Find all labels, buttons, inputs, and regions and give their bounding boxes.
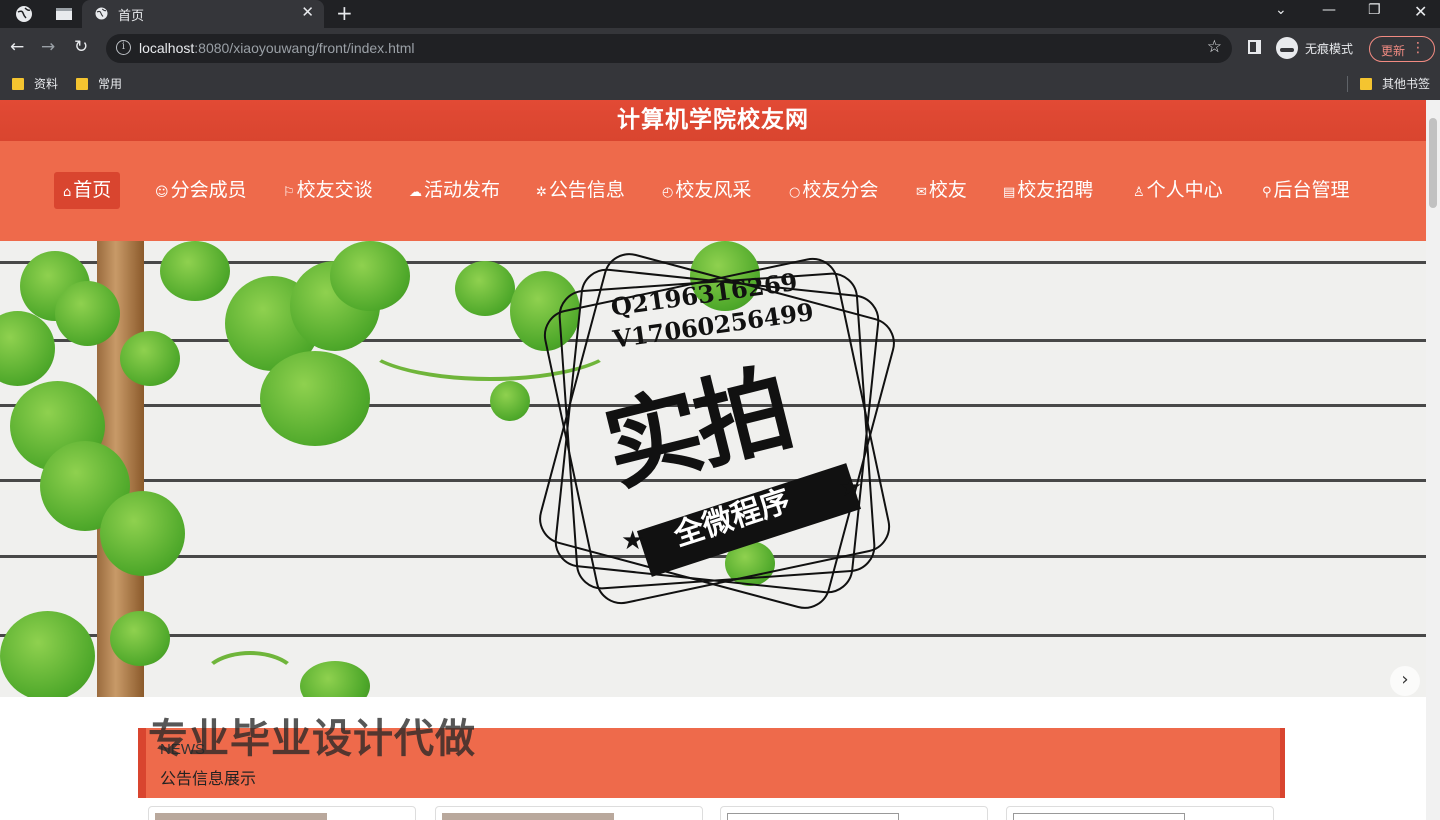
clover-leaf: [110, 611, 170, 666]
cloud-icon: ☁: [409, 185, 422, 200]
tab-search-icon[interactable]: [54, 4, 74, 24]
bookmark-star-icon[interactable]: ☆: [1207, 37, 1222, 57]
tab-list-icon[interactable]: ⌄: [1275, 2, 1287, 18]
circle-icon: ○: [789, 185, 801, 200]
close-tab-icon[interactable]: ✕: [301, 3, 314, 21]
carousel-next-icon[interactable]: ›: [1390, 666, 1420, 696]
site-header: 计算机学院校友网: [0, 100, 1426, 141]
plank-line: [0, 634, 1426, 637]
clock-icon: ◴: [662, 185, 674, 200]
user-icon: ♙: [1133, 185, 1145, 200]
clover-leaf: [455, 261, 515, 316]
page-viewport: 计算机学院校友网 ⌂ 首页 ☺ 分会成员 ⚐ 校友交谈 ☁ 活动发布 ✲ 公告信息 ◴ 校友…: [0, 100, 1440, 820]
forward-icon[interactable]: →: [41, 37, 55, 57]
folder-icon: [1360, 78, 1372, 90]
folder-icon: [12, 78, 24, 90]
address-bar[interactable]: i localhost:8080/xiaoyouwang/front/index…: [106, 34, 1232, 63]
clover-leaf: [160, 241, 230, 301]
new-tab-icon[interactable]: +: [336, 1, 353, 25]
main-nav: ⌂ 首页 ☺ 分会成员 ⚐ 校友交谈 ☁ 活动发布 ✲ 公告信息 ◴ 校友风采 ○ 校友分会 …: [0, 141, 1426, 241]
hero-carousel[interactable]: Q2196316269 V17060256499 实拍 全微程序 ★ ★: [0, 241, 1426, 697]
update-button[interactable]: 更新 ⋮: [1369, 36, 1435, 62]
vine: [200, 651, 300, 697]
link-icon: ⚲: [1262, 185, 1272, 200]
minimize-icon[interactable]: —: [1322, 2, 1336, 18]
bookmark-folder-resources[interactable]: 资料: [12, 75, 58, 92]
close-window-icon[interactable]: ✕: [1414, 2, 1427, 21]
browser-toolbar: ← → ↻ i localhost:8080/xiaoyouwang/front…: [0, 28, 1440, 68]
nav-home[interactable]: ⌂ 首页: [54, 172, 121, 209]
bookmark-folder-common[interactable]: 常用: [76, 75, 122, 92]
incognito-label[interactable]: 无痕模式: [1305, 40, 1353, 57]
nav-branch-members[interactable]: ☺ 分会成员: [155, 172, 247, 209]
news-card[interactable]: [1006, 806, 1274, 820]
address-url[interactable]: localhost:8080/xiaoyouwang/front/index.h…: [139, 40, 415, 56]
clover-leaf: [0, 311, 55, 386]
nav-recruitment[interactable]: ▤ 校友招聘: [1003, 172, 1093, 209]
news-card-image: [155, 813, 327, 820]
mail-icon: ✉: [916, 185, 927, 200]
site-title: 计算机学院校友网: [617, 107, 809, 133]
news-card[interactable]: [148, 806, 416, 820]
clover-leaf: [300, 661, 370, 697]
clover-leaf: [120, 331, 180, 386]
reload-icon[interactable]: ↻: [74, 37, 88, 57]
bookmarks-bar: 资料 常用 其他书签: [0, 68, 1440, 100]
bookmarks-divider: [1347, 76, 1348, 92]
folder-icon: [76, 78, 88, 90]
tab-title: 首页: [118, 9, 145, 24]
incognito-icon[interactable]: [1276, 37, 1298, 59]
news-card[interactable]: [435, 806, 703, 820]
clipboard-icon: ▤: [1003, 185, 1016, 200]
overlay-watermark: 专业毕业设计代做: [148, 716, 476, 762]
news-label-cn: 公告信息展示: [160, 769, 257, 788]
scrollbar-thumb[interactable]: [1429, 118, 1437, 208]
home-icon: ⌂: [63, 185, 72, 200]
restore-icon[interactable]: ❐: [1368, 2, 1381, 18]
nav-alumni-branches[interactable]: ○ 校友分会: [789, 172, 878, 209]
tab-globe-icon: [95, 7, 108, 20]
announcement-icon: ✲: [536, 185, 547, 200]
nav-alumni-style[interactable]: ◴ 校友风采: [662, 172, 751, 209]
nav-personal-center[interactable]: ♙ 个人中心: [1133, 172, 1223, 209]
nav-alumni[interactable]: ✉ 校友: [916, 172, 967, 209]
news-card-image: [442, 813, 614, 820]
nav-admin[interactable]: ⚲ 后台管理: [1262, 172, 1350, 209]
site-info-icon[interactable]: i: [116, 40, 131, 55]
browser-globe-icon[interactable]: [14, 4, 34, 24]
star-icon: ★: [839, 473, 863, 503]
more-menu-icon[interactable]: ⋮: [1411, 40, 1425, 56]
clover-leaf: [0, 611, 95, 697]
flag-icon: ⚐: [283, 185, 295, 200]
clover-leaf: [55, 281, 120, 346]
watermark-stamp: Q2196316269 V17060256499 实拍 全微程序 ★ ★: [527, 241, 912, 626]
browser-tab-bar: 首页 ✕ + ⌄ — ❐ ✕: [0, 0, 1440, 28]
news-card-image: [727, 813, 899, 820]
clover-leaf: [490, 381, 530, 421]
side-panel-icon[interactable]: [1248, 40, 1261, 54]
clover-leaf: [260, 351, 370, 446]
news-card[interactable]: [720, 806, 988, 820]
news-card-image: [1013, 813, 1185, 820]
star-icon: ★: [621, 526, 645, 556]
nav-events[interactable]: ☁ 活动发布: [409, 172, 500, 209]
clover-leaf: [100, 491, 185, 576]
clover-leaf: [330, 241, 410, 311]
page-scrollbar[interactable]: [1426, 100, 1440, 820]
nav-alumni-chat[interactable]: ⚐ 校友交谈: [283, 172, 373, 209]
active-tab[interactable]: 首页 ✕: [82, 0, 324, 28]
other-bookmarks[interactable]: 其他书签: [1360, 75, 1430, 92]
members-icon: ☺: [155, 185, 169, 200]
back-icon[interactable]: ←: [10, 37, 24, 57]
nav-announcements[interactable]: ✲ 公告信息: [536, 172, 625, 209]
